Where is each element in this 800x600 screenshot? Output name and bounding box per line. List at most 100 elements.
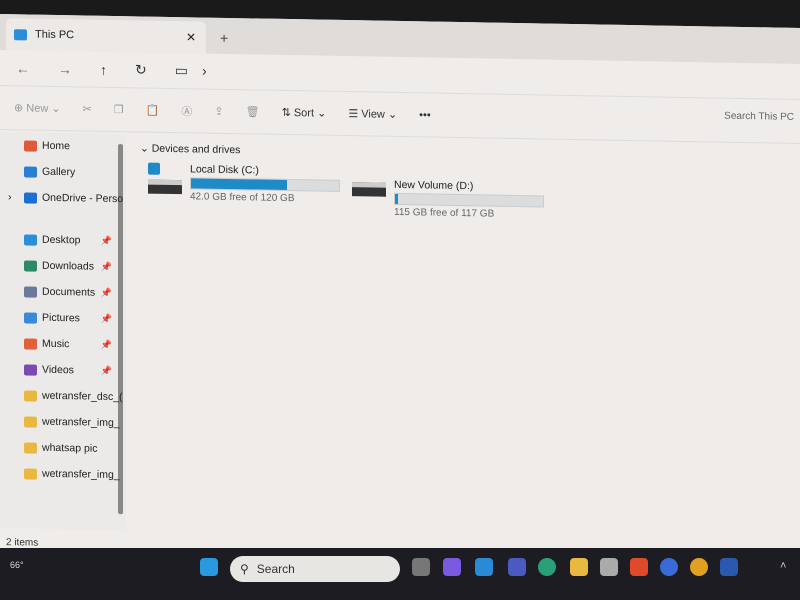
brave-icon[interactable] <box>630 558 648 576</box>
sidebar-item-label: Music <box>42 337 70 351</box>
drive-c[interactable]: Local Disk (C:) 42.0 GB free of 120 GB <box>148 162 340 205</box>
pin-icon: 📌 <box>100 287 112 298</box>
up-button[interactable]: ↑ <box>100 61 107 77</box>
sidebar-item-folder[interactable]: wetransfer_dsc_( <box>0 382 126 410</box>
status-bar-item-count: 2 items <box>6 537 39 549</box>
temperature: 66° <box>10 560 24 570</box>
cut-icon[interactable]: ✂ <box>83 102 92 115</box>
sidebar-item-label: whatsap pic <box>42 441 98 455</box>
delete-icon[interactable]: 🗑 <box>246 105 260 118</box>
sidebar-item-label: wetransfer_img_ <box>42 467 120 482</box>
folder-icon <box>24 415 37 428</box>
drive-usage-fill <box>395 193 398 204</box>
view-button[interactable]: ☰ View ⌄ <box>348 107 397 121</box>
desktop-icon <box>24 233 37 246</box>
store-icon[interactable] <box>600 558 618 576</box>
sidebar-item-picture[interactable]: Pictures 📌 <box>0 304 126 332</box>
breadcrumb-chevron[interactable]: › <box>202 63 207 80</box>
document-icon <box>24 285 37 298</box>
paste-icon[interactable]: 📋 <box>146 104 160 117</box>
music-icon <box>24 337 37 350</box>
back-button[interactable]: ← <box>16 60 30 76</box>
sidebar-item-gallery[interactable]: Gallery <box>0 158 126 186</box>
new-label: New <box>26 102 49 115</box>
pin-icon: 📌 <box>100 365 112 376</box>
refresh-button[interactable]: ↻ <box>135 61 147 78</box>
word-icon[interactable] <box>720 558 738 576</box>
close-tab-button[interactable]: ✕ <box>186 30 196 44</box>
gallery-icon <box>24 165 37 178</box>
group-title: Devices and drives <box>151 142 241 157</box>
sort-label: Sort <box>293 107 315 120</box>
tab-title: This PC <box>35 28 75 42</box>
new-button[interactable]: ⊕ New ⌄ <box>14 101 61 115</box>
taskbar: 66° ⚲ Search ˄ <box>0 548 800 600</box>
folder-icon <box>24 467 37 480</box>
teams-icon[interactable] <box>508 558 526 576</box>
cloud-icon <box>24 191 37 204</box>
sidebar-item-video[interactable]: Videos 📌 <box>0 356 126 384</box>
share-icon[interactable]: ⇪ <box>214 105 223 118</box>
sidebar-item-label: Videos <box>42 363 74 377</box>
drive-usage-bar <box>190 177 340 192</box>
home-icon <box>24 139 37 152</box>
more-button[interactable]: ••• <box>419 109 431 121</box>
sidebar-item-document[interactable]: Documents 📌 <box>0 278 126 306</box>
hard-drive-icon <box>148 179 182 195</box>
group-header-devices[interactable]: ⌄ Devices and drives <box>140 142 240 156</box>
download-icon <box>24 259 37 272</box>
weather-widget[interactable]: 66° <box>10 560 24 570</box>
forward-button[interactable]: → <box>58 61 72 77</box>
drive-name: Local Disk (C:) <box>190 163 259 177</box>
mail-icon[interactable] <box>475 558 493 576</box>
bing-icon[interactable] <box>660 558 678 576</box>
pin-icon: 📌 <box>100 339 112 350</box>
expand-chevron-icon[interactable]: › <box>8 191 12 203</box>
view-label: View <box>361 108 385 121</box>
sidebar-item-folder[interactable]: wetransfer_img_ <box>0 460 126 488</box>
search-input[interactable]: Search This PC <box>724 111 794 123</box>
folder-icon <box>24 389 37 402</box>
windows-icon <box>148 162 160 175</box>
search-label: Search <box>256 562 295 576</box>
sidebar: Home Gallery › OneDrive - Perso Desktop 📌 Down… <box>0 132 126 531</box>
sidebar-item-cloud[interactable]: › OneDrive - Perso <box>0 184 126 212</box>
file-explorer-window: This PC ✕ + ← → ↑ ↻ ▭ › ⊕ New ⌄ ✂ ❐ 📋 Ⓐ … <box>0 14 800 568</box>
search-icon: ⚲ <box>240 562 249 576</box>
sidebar-item-label: Gallery <box>42 165 76 179</box>
sidebar-item-label: OneDrive - Perso <box>42 191 124 206</box>
address-bar[interactable]: ▭ › <box>175 62 207 80</box>
sidebar-item-folder[interactable]: wetransfer_img_ <box>0 408 126 436</box>
picture-icon <box>24 311 37 324</box>
monitor-icon: ▭ <box>174 62 188 79</box>
pin-icon: 📌 <box>100 261 112 272</box>
new-tab-button[interactable]: + <box>220 30 228 46</box>
sort-button[interactable]: ⇅ Sort ⌄ <box>282 106 327 120</box>
tab-this-pc[interactable]: This PC ✕ <box>6 18 206 54</box>
file-explorer-icon[interactable] <box>570 558 588 576</box>
tray-chevron-icon[interactable]: ˄ <box>780 560 786 572</box>
edge-icon[interactable] <box>538 558 556 576</box>
sidebar-item-music[interactable]: Music 📌 <box>0 330 126 358</box>
folder-icon <box>24 441 37 454</box>
sidebar-item-label: Home <box>42 139 71 153</box>
sidebar-item-home[interactable]: Home <box>0 132 126 160</box>
pin-icon: 📌 <box>100 235 112 246</box>
start-button[interactable] <box>200 558 218 576</box>
drive-d[interactable]: New Volume (D:) 115 GB free of 117 GB <box>352 178 544 220</box>
sidebar-item-folder[interactable]: whatsap pic <box>0 434 126 462</box>
chrome-icon[interactable] <box>690 558 708 576</box>
taskbar-search[interactable]: ⚲ Search <box>230 556 400 582</box>
sidebar-item-desktop[interactable]: Desktop 📌 <box>0 226 126 254</box>
sidebar-item-label: Desktop <box>42 233 81 247</box>
drive-name: New Volume (D:) <box>394 178 474 193</box>
copy-icon[interactable]: ❐ <box>114 103 124 116</box>
drive-free-space: 115 GB free of 117 GB <box>394 206 495 220</box>
sidebar-item-download[interactable]: Downloads 📌 <box>0 252 126 280</box>
copilot-icon[interactable] <box>443 558 461 576</box>
sidebar-item-label: wetransfer_img_ <box>42 415 120 430</box>
rename-icon[interactable]: Ⓐ <box>181 103 192 119</box>
drive-usage-bar <box>394 192 544 208</box>
task-view-icon[interactable] <box>412 558 430 576</box>
sidebar-item-label: Pictures <box>42 311 80 325</box>
